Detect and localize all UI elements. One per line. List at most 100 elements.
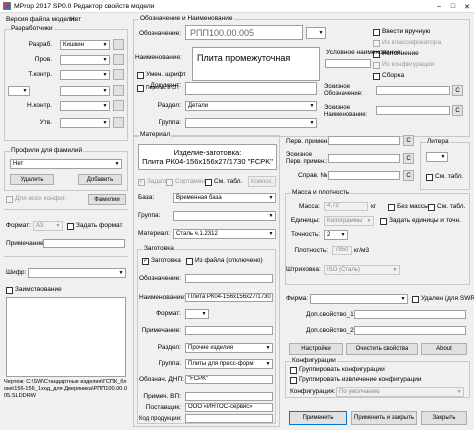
mass-unit: кг [371,203,377,210]
units-label: Единицы: [290,217,320,224]
note-vp-input[interactable] [185,392,273,401]
density-input[interactable]: 7850 [332,246,352,255]
density-label: Плотность: [294,247,328,254]
from-file-checkbox[interactable]: Из файла (отключено) [186,257,263,265]
conditional-name-input[interactable] [325,59,371,68]
prov-combo[interactable]: ▼ [60,55,110,65]
eskiz-first-use-input[interactable] [328,154,400,163]
base-combo[interactable]: Временная база ▼ [173,193,276,203]
blank-group-combo[interactable]: Плиты для пресс-форм ▼ [185,359,273,369]
format-combo[interactable]: A3 ▼ [33,221,63,231]
ref-input[interactable] [328,171,400,180]
clear-properties-button[interactable]: Очистить свойства [346,343,418,355]
profile-combo[interactable]: Нет ▼ [10,159,122,169]
group-combo[interactable]: ▼ [185,118,317,128]
borrowing-area[interactable] [6,297,126,377]
reduce-font-checkbox[interactable]: Умен. шрифт [137,71,186,79]
extra-role-combo-1[interactable]: ▼ [8,86,30,96]
first-use-input[interactable] [328,136,400,145]
units-combo[interactable]: Килограммы ▼ [324,216,374,226]
eskiz-designation-input[interactable] [376,86,450,95]
apply-close-button[interactable]: Применить и закрыть [351,411,417,425]
composite-button[interactable]: Композ. [248,176,276,187]
eskiz-first-use-c-button[interactable]: C [403,153,414,164]
no-mass-checkbox[interactable]: Без массы [388,203,429,211]
razrab-extra-button[interactable] [113,39,124,50]
blank-name-input[interactable]: Плита РК04-156х156х27/1730 [185,293,273,302]
dnp-input[interactable]: "FCPK" [185,375,273,384]
config-combo[interactable]: По умолчанию ▼ [336,387,464,397]
tkontr-extra-button[interactable] [113,69,124,80]
group-extract-checkbox[interactable]: Группировать извлечение конфигурации [290,376,421,384]
hatch-combo[interactable]: ISO (Сталь) ▼ [324,265,400,275]
blank-designation-input[interactable] [185,274,273,283]
eskiz-designation-c-button[interactable]: C [452,85,463,96]
left-note-input[interactable] [43,239,125,248]
enter-manually-checkbox[interactable]: Ввести вручную [373,28,430,36]
litera-table-checkbox[interactable]: См. табл. [426,173,463,181]
close-icon[interactable]: ✕ [460,0,474,13]
surnames-button[interactable]: Фамилии [88,194,126,205]
supplier-input[interactable]: ООО «ИНТОС-сервис» [185,403,273,412]
all-configs-checkbox[interactable]: Для всех конфиг. [6,195,66,203]
profile-add-button[interactable]: Добавить [78,174,122,185]
product-code-input[interactable] [185,414,273,423]
blank-note-input[interactable] [185,326,273,335]
designation-input[interactable]: РПП100.00.005 [185,25,303,40]
first-use-c-button[interactable]: C [403,135,414,146]
firm-combo[interactable]: ▼ [310,294,408,304]
material-table-checkbox[interactable]: См. табл. [205,178,242,186]
reduce-font-label: Умен. шрифт [146,71,186,78]
deleted-checkbox[interactable]: Удален (для SWR) [412,295,474,303]
about-button[interactable]: About [421,343,467,355]
blank-checkbox[interactable]: ✓ Заготовка [142,257,181,265]
precision-value: 2 [327,232,331,238]
mass-table-checkbox[interactable]: См. табл. [428,203,465,211]
minimize-icon[interactable]: – [432,0,446,13]
eskiz-name-c-button[interactable]: C [452,105,463,116]
blank-format-combo[interactable]: ▼ [185,309,209,319]
extra-person-button-1[interactable] [113,85,124,96]
prov-extra-button[interactable] [113,54,124,65]
maximize-icon[interactable]: □ [446,0,460,13]
nkontr-extra-button[interactable] [113,100,124,111]
extra-person-combo-1[interactable]: ▼ [60,86,110,96]
profile-delete-button[interactable]: Удалить [10,174,54,185]
settings-button[interactable]: Настройки [289,343,343,355]
tkontr-combo[interactable]: ▼ [60,70,110,80]
apply-button[interactable]: Применить [289,411,347,425]
designation-variant-combo[interactable]: ▼ [306,27,326,39]
extra1-input[interactable] [354,310,466,319]
material-combo[interactable]: Сталь ч.1.2312 ▼ [173,229,276,239]
from-config-checkbox[interactable]: Из конфигурации [373,61,434,69]
blank-section-combo[interactable]: Прочие изделия ▼ [185,343,273,353]
razrab-label: Разраб. [28,41,52,48]
utv-extra-button[interactable] [113,117,124,128]
assembly-checkbox[interactable]: Сборка [373,72,404,80]
group-configs-checkbox[interactable]: Группировать конфигурации [290,366,385,374]
chevron-down-icon: ▼ [101,71,109,79]
mass-input[interactable]: 4,72 [324,202,368,211]
material-group-combo[interactable]: ▼ [173,211,276,221]
nkontr-combo[interactable]: ▼ [60,101,110,111]
eskiz-name-input[interactable] [376,106,450,115]
razrab-value: Кишкин [63,42,84,48]
extra2-input[interactable] [354,326,466,335]
sortament-checkbox[interactable]: Сортамент [166,178,208,186]
section-combo[interactable]: Детали ▼ [185,101,317,111]
precision-combo[interactable]: 2 ▼ [324,230,348,240]
close-button[interactable]: Закрыть [421,411,467,425]
name-input[interactable]: Плита промежуточная [192,47,320,81]
shifr-combo[interactable]: ▼ [28,268,126,278]
set-units-checkbox[interactable]: Задать единицы и точн. [380,217,461,225]
razrab-combo[interactable]: Кишкин ▼ [60,40,110,50]
ref-c-button[interactable]: C [403,170,414,181]
utv-combo[interactable]: ▼ [60,118,110,128]
borrowing-checkbox[interactable]: Заимствование [6,286,62,294]
from-classifier-checkbox[interactable]: Из классификатора [373,39,441,47]
document-input[interactable] [185,82,317,95]
set-format-checkbox[interactable]: Задать формат [67,222,122,230]
set-material-checkbox[interactable]: ✓ Задать [138,178,168,186]
blank-product-box[interactable]: Изделие-заготовка: Плита РК04-156х156х27… [138,144,277,170]
litera-combo[interactable]: ▼ [426,152,448,162]
